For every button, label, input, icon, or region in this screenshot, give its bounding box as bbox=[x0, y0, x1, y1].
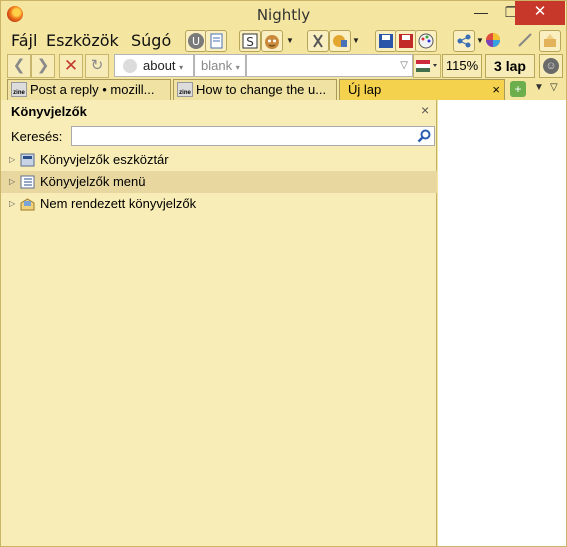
tools-icon[interactable] bbox=[307, 30, 329, 52]
hungarian-flag-icon bbox=[416, 60, 437, 72]
tab-how-to-change[interactable]: zine How to change the u... bbox=[173, 79, 337, 100]
forward-button[interactable]: ❯ bbox=[31, 54, 55, 78]
sidebar-title: Könyvjelzők bbox=[11, 104, 87, 119]
tree-item-label: Nem rendezett könyvjelzők bbox=[40, 196, 197, 211]
zine-favicon-icon: zine bbox=[11, 82, 27, 97]
greasemonkey-dropdown-icon[interactable]: ▼ bbox=[285, 31, 295, 51]
stop-button[interactable]: ✕ bbox=[59, 54, 83, 78]
tab-label: Post a reply • mozill... bbox=[30, 82, 155, 97]
menu-help[interactable]: Súgó bbox=[131, 31, 171, 50]
url-part-blank: blank bbox=[201, 58, 233, 73]
expand-twisty-icon[interactable]: ▷ bbox=[9, 193, 15, 215]
new-tab-icon[interactable]: + bbox=[510, 81, 526, 97]
zoom-indicator[interactable]: 115% bbox=[442, 54, 482, 78]
url-segment-path[interactable]: blank ▾ bbox=[194, 54, 246, 77]
tab-count-button[interactable]: 3 lap bbox=[485, 54, 535, 78]
bookmark-menu-icon bbox=[20, 175, 35, 189]
tab-label: Új lap bbox=[348, 82, 382, 97]
search-label: Keresés: bbox=[11, 129, 63, 144]
zine-favicon-icon: zine bbox=[177, 82, 193, 97]
addon-manager-icon[interactable] bbox=[329, 30, 351, 52]
save-page-icon[interactable] bbox=[395, 30, 417, 52]
tree-item-label: Könyvjelzők menü bbox=[40, 174, 146, 189]
smiley-button[interactable]: ☺ bbox=[539, 54, 563, 78]
url-path-dropdown-icon: ▾ bbox=[235, 63, 240, 72]
back-button[interactable]: ❮ bbox=[7, 54, 31, 78]
title-bar: Nightly — ❐ ✕ bbox=[1, 1, 566, 29]
notes-icon[interactable] bbox=[205, 30, 227, 52]
tree-item-bookmarks-toolbar[interactable]: ▷ Könyvjelzők eszköztár bbox=[1, 149, 437, 171]
reload-icon: ↻ bbox=[90, 57, 104, 74]
reload-button[interactable]: ↻ bbox=[85, 54, 109, 78]
url-history-dropdown-icon[interactable]: ▽ bbox=[400, 55, 408, 76]
back-arrow-icon: ❮ bbox=[12, 57, 26, 74]
palette-icon[interactable] bbox=[415, 30, 437, 52]
bookmark-toolbar-icon bbox=[20, 153, 35, 167]
network-icon[interactable] bbox=[453, 30, 475, 52]
browser-window: Nightly — ❐ ✕ Fájl Eszközök Súgó U S ▼ ▼ bbox=[0, 0, 567, 547]
tab-close-icon[interactable]: × bbox=[492, 80, 500, 99]
url-part-about: about bbox=[143, 58, 176, 73]
addon-dropdown-icon[interactable]: ▼ bbox=[351, 31, 361, 51]
tab-new-tab[interactable]: Új lap × bbox=[339, 79, 505, 100]
forward-arrow-icon: ❯ bbox=[36, 57, 50, 74]
page-content[interactable] bbox=[438, 100, 566, 546]
menu-file[interactable]: Fájl bbox=[11, 31, 37, 50]
url-segment-protocol[interactable]: about ▾ bbox=[114, 54, 194, 77]
tree-item-unsorted-bookmarks[interactable]: ▷ Nem rendezett könyvjelzők bbox=[1, 193, 437, 215]
stop-icon: ✕ bbox=[63, 56, 79, 75]
tree-item-bookmarks-menu[interactable]: ▷ Könyvjelzők menü bbox=[1, 171, 437, 193]
tab-list-arrow-icon[interactable]: ▼ bbox=[534, 82, 544, 93]
menu-tools[interactable]: Eszközök bbox=[46, 31, 119, 50]
tab-label: How to change the u... bbox=[196, 82, 327, 97]
tab-post-a-reply[interactable]: zine Post a reply • mozill... bbox=[7, 79, 171, 100]
url-bar[interactable]: ▽ bbox=[246, 54, 413, 77]
close-window-button[interactable]: ✕ bbox=[515, 1, 565, 25]
svg-text:S: S bbox=[246, 35, 254, 49]
navigation-bar: ❮ ❯ ✕ ↻ about ▾ blank ▾ ▽ 115% 3 lap ☺ bbox=[1, 53, 566, 79]
tab-groups-icon[interactable] bbox=[539, 30, 561, 52]
menu-toolbar-row: Fájl Eszközök Súgó U S ▼ ▼ ▼ bbox=[1, 29, 566, 53]
expand-twisty-icon[interactable]: ▷ bbox=[9, 149, 15, 171]
search-icon[interactable] bbox=[416, 128, 432, 144]
sidebar-header: Könyvjelzők × bbox=[1, 100, 437, 124]
expand-twisty-icon[interactable]: ▷ bbox=[9, 171, 15, 193]
tree-item-label: Könyvjelzők eszköztár bbox=[40, 152, 169, 167]
greasemonkey-icon[interactable] bbox=[261, 30, 283, 52]
bookmark-search-input[interactable] bbox=[71, 126, 435, 146]
color-wheel-icon[interactable] bbox=[483, 30, 505, 52]
save-icon[interactable] bbox=[375, 30, 397, 52]
url-part-dropdown-icon: ▾ bbox=[179, 63, 184, 72]
unsorted-bookmarks-icon bbox=[20, 198, 35, 211]
feather-icon[interactable] bbox=[515, 30, 537, 52]
undo-closed-tab-icon[interactable]: U bbox=[185, 30, 207, 52]
site-identity-icon bbox=[123, 59, 137, 73]
smiley-icon: ☺ bbox=[543, 58, 559, 74]
tab-strip: zine Post a reply • mozill... zine How t… bbox=[1, 79, 566, 100]
tab-overflow-icon[interactable]: ▽ bbox=[550, 82, 558, 93]
stylish-icon[interactable]: S bbox=[239, 30, 261, 52]
bookmarks-sidebar: Könyvjelzők × Keresés: ▷ Könyvjelzők esz… bbox=[1, 100, 437, 546]
language-button[interactable] bbox=[413, 54, 441, 78]
svg-text:U: U bbox=[192, 35, 200, 48]
sidebar-close-icon[interactable]: × bbox=[421, 102, 429, 118]
